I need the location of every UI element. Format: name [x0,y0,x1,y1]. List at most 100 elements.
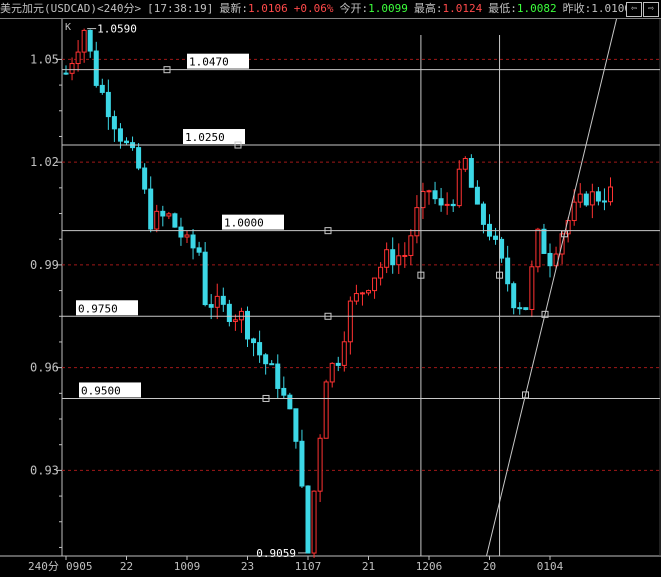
candle-body [196,247,202,253]
candle-body [220,295,226,305]
candle-body [232,319,238,322]
candle-body [408,235,414,256]
candle-body [178,226,184,238]
candle-body [511,283,517,309]
level-label: 0.9750 [78,302,118,315]
candle-body [402,254,408,257]
candle-body [468,158,474,188]
candle-body [359,292,365,295]
y-tick-label: 0.96 [30,361,59,375]
x-tick-label: 21 [362,560,375,573]
y-tick-label: 1.02 [30,155,59,169]
candle-body [456,168,462,207]
candle-body [420,190,426,209]
candle-body [311,490,317,554]
candle-body [335,362,341,366]
candle-body [190,234,196,249]
candle-body [111,116,117,130]
candle-body [99,84,105,93]
candle-body [184,234,190,238]
trend-line [485,18,618,557]
candle-body [75,51,81,65]
x-tick-label: 20 [483,560,496,573]
candle-body [263,354,269,365]
level-label: 0.9500 [81,384,121,397]
y-tick-label: 0.99 [30,258,59,272]
candle-body [275,363,281,389]
candle-body [541,228,547,254]
candle-body [257,342,263,356]
candle-body [238,310,244,321]
y-tick-label: 0.93 [30,463,59,477]
candle-body [523,307,529,310]
candle-body [529,266,535,310]
candle-body [105,91,111,118]
candle-body [499,238,505,259]
candle-body [571,201,577,222]
candle-body [505,257,511,285]
candle-body [595,191,601,202]
candle-body [329,362,335,383]
candle-body [317,437,323,492]
candle-body [208,304,214,308]
candle-body [535,228,541,268]
x-tick-label: 0104 [537,560,564,573]
candle-body [462,158,468,170]
candle-body [450,203,456,207]
period-axis-label: 240分 [28,560,59,573]
candle-body [160,210,166,217]
candle-body [432,190,438,200]
candle-body [444,203,450,206]
candle-body [269,363,275,366]
candle-body [69,63,75,74]
candle-body [341,341,347,366]
level-label: 1.0000 [224,217,264,230]
candle-body [517,307,523,310]
candle-body [493,235,499,240]
candle-body [390,249,396,266]
candle-body [287,394,293,410]
candle-body [366,290,371,294]
x-tick-label: 1206 [416,560,443,573]
candle-body [583,193,589,206]
candle-body [384,249,390,268]
candle-body [378,266,384,279]
y-tick-label: 1.05 [30,52,59,66]
candle-body [117,128,123,142]
candle-body [214,295,220,308]
candle-body [226,303,232,322]
candle-body [396,255,402,266]
candle-body [347,300,353,343]
x-tick-label: 0905 [66,560,93,573]
candle-body [601,200,607,203]
candle-body [87,29,93,52]
candle-body [93,50,99,86]
candle-body [414,207,420,237]
chart-k-marker: K [65,22,71,33]
candle-body [124,140,129,144]
candle-body [142,167,148,190]
candle-body [202,251,208,306]
candle-body [148,188,154,230]
candle-body [323,381,329,439]
candle-body [353,293,359,302]
candle-body [589,191,595,206]
min-label: 0.9059 [256,547,296,560]
candle-body [480,203,486,225]
candle-body [608,186,613,203]
candle-body [245,310,250,340]
max-label: 1.0590 [97,23,137,36]
x-tick-label: 23 [241,560,254,573]
candle-body [136,147,142,169]
candle-body [426,190,432,193]
x-tick-label: 22 [120,560,133,573]
level-label: 1.0470 [189,56,229,69]
candle-body [166,213,172,217]
candlestick-chart: 1.05 1.02 0.99 0.96 0.93 0905 22 1009 23 1107 21 12… [0,18,661,573]
candle-body [299,440,305,487]
candle-body [63,72,69,75]
x-tick-label: 1107 [295,560,322,573]
candle-body [577,193,583,203]
candle-body [474,186,480,205]
candle-body [293,408,299,442]
